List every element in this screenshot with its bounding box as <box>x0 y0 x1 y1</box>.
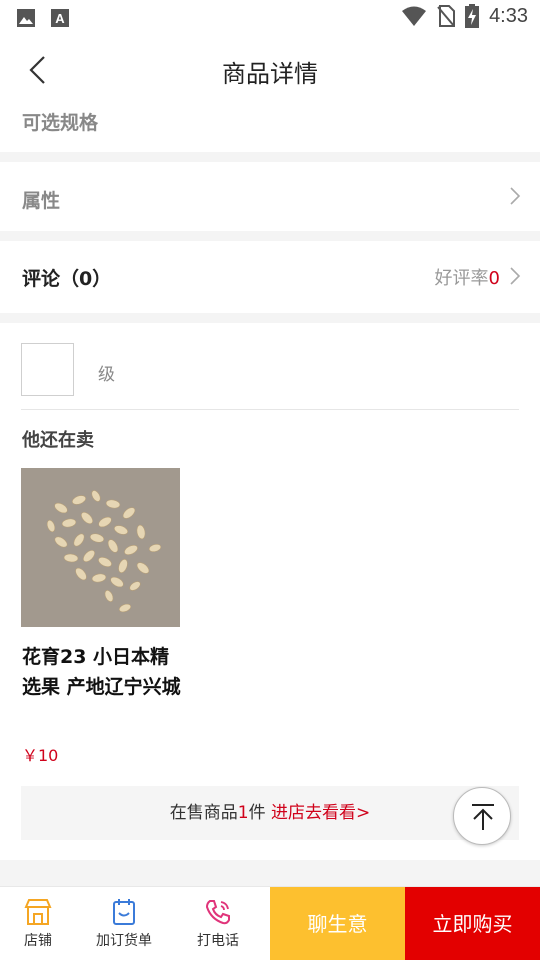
shop-tab-label: 店铺 <box>24 933 52 949</box>
no-sim-icon <box>437 5 456 27</box>
back-to-top-button[interactable] <box>453 787 511 845</box>
on-sale-count: 1 <box>237 803 249 823</box>
wifi-icon <box>402 6 427 26</box>
status-notifications: A <box>16 8 70 28</box>
call-tab[interactable]: 打电话 <box>180 887 256 960</box>
divider <box>0 231 540 241</box>
status-bar: A 4:33 <box>0 0 540 36</box>
shop-level: 级 <box>98 365 115 385</box>
battery-charging-icon <box>465 4 480 28</box>
product-price: ￥10 <box>22 746 59 765</box>
attributes-label[interactable]: 属性 <box>22 186 60 213</box>
on-sale-prefix: 在售商品 <box>169 803 238 823</box>
spec-label[interactable]: 可选规格 <box>22 108 98 135</box>
divider <box>0 152 540 162</box>
phone-icon <box>205 900 230 925</box>
also-selling-title: 他还在卖 <box>22 430 94 451</box>
positive-rate[interactable]: 好评率0 <box>435 264 500 290</box>
chevron-right-icon[interactable] <box>508 265 522 287</box>
product-name[interactable]: 花育23 小日本精选果 产地辽宁兴城 <box>22 642 182 702</box>
nav-bar: 商品详情 <box>0 36 540 104</box>
bottom-action-bar: 店铺 加订货单 打电话 聊生意 立即购买 <box>0 886 540 960</box>
reviews-label[interactable]: 评论（0） <box>22 264 111 291</box>
divider <box>0 860 540 886</box>
chevron-right-icon[interactable] <box>508 185 522 207</box>
add-order-tab[interactable]: 加订货单 <box>86 887 162 960</box>
visit-shop-link[interactable]: 进店去看看> <box>271 803 370 823</box>
shop-tab[interactable]: 店铺 <box>0 887 76 960</box>
positive-rate-label: 好评率 <box>434 268 489 289</box>
order-list-icon <box>113 899 135 925</box>
on-sale-banner[interactable]: 在售商品1件 进店去看看> <box>21 786 519 840</box>
shop-avatar[interactable] <box>21 343 74 396</box>
product-image[interactable] <box>21 468 180 627</box>
positive-rate-value: 0 <box>488 268 500 289</box>
status-time: 4:33 <box>489 4 528 27</box>
image-notification-icon <box>17 9 35 27</box>
page-title: 商品详情 <box>222 60 318 88</box>
divider <box>0 313 540 323</box>
add-order-tab-label: 加订货单 <box>96 933 152 949</box>
shop-icon <box>24 899 52 925</box>
buy-now-button[interactable]: 立即购买 <box>405 887 540 960</box>
svg-text:A: A <box>55 11 65 26</box>
divider-line <box>21 409 519 410</box>
chat-button[interactable]: 聊生意 <box>270 887 405 960</box>
call-tab-label: 打电话 <box>197 933 239 949</box>
on-sale-suffix: 件 <box>248 803 266 823</box>
text-notification-icon: A <box>51 9 69 27</box>
arrow-up-to-top-icon <box>472 804 494 830</box>
